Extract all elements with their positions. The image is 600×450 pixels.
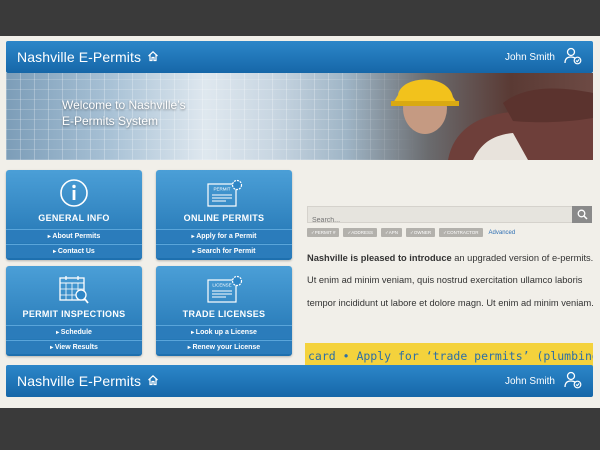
view-results-link[interactable]: View Results [6,340,142,354]
search-icon [577,209,588,220]
intro-text: Nashville is pleased to introduce an upg… [307,247,594,314]
about-permits-link[interactable]: About Permits [6,229,142,243]
hero-title: Welcome to Nashville’s E-Permits System [62,97,186,129]
footer-brand[interactable]: Nashville E-Permits [17,373,159,389]
footer-bar: Nashville E-Permits John Smith [6,365,593,397]
filter-owner[interactable]: OWNER [406,228,436,237]
hero-title-line2: E-Permits System [62,114,159,128]
tile-title: TRADE LICENSES [182,309,266,319]
user-menu[interactable]: John Smith [505,46,583,69]
brand[interactable]: Nashville E-Permits [17,49,159,65]
tile-title: GENERAL INFO [38,213,110,223]
search-button[interactable] [572,206,592,223]
filter-apn[interactable]: APN [381,228,403,237]
footer-user-name[interactable]: John Smith [505,376,555,387]
permit-icon-label: PERMIT [213,187,230,192]
license-icon-label: LICENSE [212,283,231,288]
tile-online-permits[interactable]: PERMIT ONLINE PERMITS Apply for a Permit… [156,170,292,260]
tile-title: PERMIT INSPECTIONS [22,309,126,319]
filter-contractor[interactable]: CONTRACTOR [439,228,483,237]
tile-permit-inspections[interactable]: PERMIT INSPECTIONS Schedule View Results [6,266,142,356]
footer-brand-title[interactable]: Nashville E-Permits [17,373,141,389]
tile-general-info[interactable]: GENERAL INFO About Permits Contact Us [6,170,142,260]
home-icon[interactable] [147,49,159,65]
user-settings-icon[interactable] [563,46,583,69]
search-filters: PERMIT # ADDRESS APN OWNER CONTRACTOR Ad… [307,228,515,237]
renew-license-link[interactable]: Renew your License [156,340,292,354]
apply-permit-link[interactable]: Apply for a Permit [156,229,292,243]
info-icon [6,178,142,208]
user-name[interactable]: John Smith [505,52,555,63]
search-input[interactable] [308,213,558,228]
filter-permit-number[interactable]: PERMIT # [307,228,340,237]
construction-worker-image [391,79,593,160]
home-icon[interactable] [147,373,159,389]
schedule-link[interactable]: Schedule [6,325,142,339]
filter-address[interactable]: ADDRESS [343,228,377,237]
lookup-license-link[interactable]: Look up a License [156,325,292,339]
search-permit-link[interactable]: Search for Permit [156,244,292,258]
tile-title: ONLINE PERMITS [183,213,265,223]
page: Nashville E-Permits John Smith Welcome t… [0,36,600,408]
brand-title[interactable]: Nashville E-Permits [17,49,141,65]
user-settings-icon[interactable] [563,370,583,393]
permit-document-icon: PERMIT [156,178,292,208]
footer-user-menu[interactable]: John Smith [505,370,583,393]
header-bar: Nashville E-Permits John Smith [6,41,593,73]
license-document-icon: LICENSE [156,274,292,304]
search-bar [307,206,592,228]
hero-title-line1: Welcome to Nashville’s [62,98,186,112]
tile-trade-licenses[interactable]: LICENSE TRADE LICENSES Look up a License… [156,266,292,356]
advanced-search-link[interactable]: Advanced [489,230,516,236]
ticker-text: card • Apply for ‘trade permits’ (plumbi… [308,349,593,363]
contact-us-link[interactable]: Contact Us [6,244,142,258]
calendar-search-icon [6,274,142,306]
hero-banner: Welcome to Nashville’s E-Permits System [6,73,593,160]
intro-lead: Nashville is pleased to introduce [307,253,452,263]
